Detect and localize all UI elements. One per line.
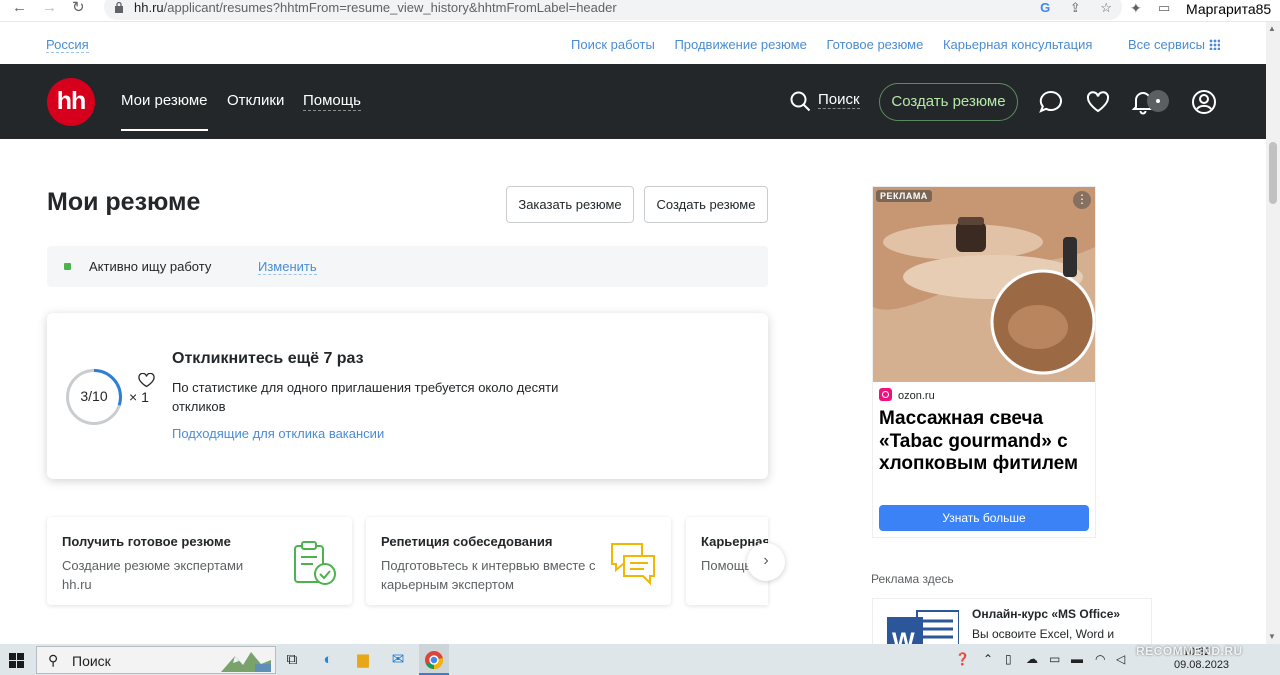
ads-here-link[interactable]: Реклама здесь <box>871 572 954 586</box>
progress-title: Откликнитесь ещё 7 раз <box>172 350 364 367</box>
nav-help[interactable]: Помощь <box>303 92 361 111</box>
back-icon[interactable]: ← <box>12 0 27 15</box>
reload-icon[interactable]: ↻ <box>72 0 85 15</box>
lock-icon <box>115 1 123 13</box>
page-scrollbar[interactable]: ▲ ▼ <box>1266 22 1280 644</box>
address-bar[interactable]: hh.ru/applicant/resumes?hhtmFrom=resume_… <box>104 0 1122 20</box>
edge-icon[interactable]: ◐ <box>317 649 339 671</box>
link-all-services[interactable]: Все сервисы <box>1112 37 1220 52</box>
bookmark-star-icon[interactable]: ☆ <box>1100 0 1112 15</box>
create-resume-button[interactable]: Создать резюме <box>644 186 768 223</box>
wifi-icon[interactable]: ◠ <box>1095 652 1105 666</box>
search-highlight-image <box>221 652 271 672</box>
ad-banner[interactable]: РЕКЛАМА ⋮ ozon.ru Массажная свеча «Tabac… <box>872 186 1096 538</box>
heart-icon <box>138 373 155 388</box>
profile-icon[interactable] <box>1191 89 1217 115</box>
change-status-link[interactable]: Изменить <box>258 259 317 275</box>
site-header: hh Мои резюме Отклики Помощь Поиск Созда… <box>0 64 1266 139</box>
side-panel-icon[interactable]: ▭ <box>1158 0 1170 16</box>
chrome-icon[interactable] <box>423 649 445 671</box>
ad-image: РЕКЛАМА ⋮ <box>873 187 1095 382</box>
service-title: Получить готовое резюме <box>62 534 231 549</box>
clock-date[interactable]: 09.08.2023 <box>1174 659 1229 671</box>
nav-responses[interactable]: Отклики <box>227 92 284 109</box>
status-text: Активно ищу работу <box>89 259 212 274</box>
taskbar-search-box[interactable]: ⚲ Поиск <box>36 646 276 674</box>
link-career-consultation[interactable]: Карьерная консультация <box>943 37 1092 52</box>
search-icon <box>790 91 811 112</box>
volume-icon[interactable]: ◁ <box>1116 652 1125 666</box>
link-ready-resume[interactable]: Готовое резюме <box>826 37 923 52</box>
responses-progress-card: 3/10 × 1 Откликнитесь ещё 7 раз По стати… <box>47 313 768 479</box>
service-description: Подготовьтесь к интервью вместе с карьер… <box>381 558 596 592</box>
service-card-interview-rehearsal[interactable]: Репетиция собеседования Подготовьтесь к … <box>366 517 671 605</box>
help-tray-icon[interactable]: ❓ <box>955 652 970 666</box>
nav-my-resumes[interactable]: Мои резюме <box>121 92 208 131</box>
word-logo-icon: W <box>887 610 959 647</box>
windows-taskbar: ⚲ Поиск ⧉ ◐ ▆ ✉ ❓ ⌃ ▯ ☁ ▭ ▬ ◠ ◁ 10:32 09… <box>0 644 1280 675</box>
ad-ms-office[interactable]: W Онлайн-курс «MS Office» Вы освоите Exc… <box>872 598 1152 648</box>
scroll-thumb[interactable] <box>1269 142 1277 204</box>
service-title: Репетиция собеседования <box>381 534 553 549</box>
task-view-icon[interactable]: ⧉ <box>281 649 303 671</box>
chat-bubbles-icon <box>611 543 655 586</box>
progress-counter: 3/10 <box>80 388 108 404</box>
suitable-vacancies-link[interactable]: Подходящие для отклика вакансии <box>172 426 384 441</box>
ozon-logo-icon <box>879 388 892 401</box>
services-links: Поиск работы Продвижение резюме Готовое … <box>555 37 1220 52</box>
url-path: /applicant/resumes?hhtmFrom=resume_view_… <box>163 0 617 15</box>
job-search-status: Активно ищу работу Изменить <box>47 246 768 287</box>
tray-device-icon[interactable]: ▯ <box>1005 652 1012 666</box>
onedrive-icon[interactable]: ☁ <box>1026 652 1038 666</box>
scroll-up-icon[interactable]: ▲ <box>1268 24 1276 33</box>
service-card-ready-resume[interactable]: Получить готовое резюме Создание резюме … <box>47 517 352 605</box>
taskbar-search-placeholder: Поиск <box>72 653 111 669</box>
favorites-heart-icon[interactable] <box>1085 89 1111 115</box>
ad-photo <box>873 187 1095 382</box>
chat-icon[interactable] <box>1038 89 1064 115</box>
tray-window-icon[interactable]: ▭ <box>1049 652 1060 666</box>
file-explorer-icon[interactable]: ▆ <box>352 649 374 671</box>
hh-logo[interactable]: hh <box>47 78 95 126</box>
progress-description: По статистике для одного приглашения тре… <box>172 380 559 414</box>
watermark: RECOMMEND.RU <box>1136 644 1243 658</box>
ad-learn-more-button[interactable]: Узнать больше <box>879 505 1089 531</box>
scroll-down-icon[interactable]: ▼ <box>1268 632 1276 641</box>
mail-icon[interactable]: ✉ <box>387 649 409 671</box>
header-search[interactable]: Поиск <box>790 91 860 112</box>
grid-icon <box>1209 39 1220 50</box>
profile-name[interactable]: Маргарита85 <box>1186 1 1271 17</box>
browser-toolbar: ← → ↻ hh.ru/applicant/resumes?hhtmFrom=r… <box>0 0 1280 22</box>
ad-headline: Массажная свеча «Tabac gourmand» с хлопк… <box>879 408 1079 474</box>
top-links-bar: Россия Поиск работы Продвижение резюме Г… <box>0 22 1266 64</box>
link-resume-promotion[interactable]: Продвижение резюме <box>674 37 806 52</box>
windows-start-icon[interactable] <box>9 653 24 668</box>
ad2-description: Вы освоите Excel, Word и <box>972 627 1115 641</box>
show-hidden-icons[interactable]: ⌃ <box>983 652 993 666</box>
search-icon: ⚲ <box>48 652 59 668</box>
share-icon[interactable]: ⇪ <box>1070 0 1081 15</box>
google-icon[interactable]: G <box>1040 0 1050 15</box>
ad-menu-icon[interactable]: ⋮ <box>1073 191 1091 209</box>
extensions-icon[interactable]: ✦ <box>1130 0 1142 17</box>
service-description: Создание резюме экспертами hh.ru <box>62 558 244 592</box>
region-link[interactable]: Россия <box>46 37 89 53</box>
ad2-title: Онлайн-курс «MS Office» <box>972 607 1121 621</box>
notification-badge <box>1147 90 1169 112</box>
header-create-resume-button[interactable]: Создать резюме <box>879 83 1018 121</box>
page-title: Мои резюме <box>47 188 201 216</box>
ad-badge: РЕКЛАМА <box>876 190 932 202</box>
status-indicator <box>64 263 71 270</box>
link-job-search[interactable]: Поиск работы <box>571 37 655 52</box>
battery-icon[interactable]: ▬ <box>1071 652 1083 666</box>
clipboard-check-icon <box>294 541 336 585</box>
forward-icon[interactable]: → <box>42 0 57 15</box>
search-label: Поиск <box>818 91 860 109</box>
url-host: hh.ru <box>134 0 164 15</box>
ad-source: ozon.ru <box>879 388 935 402</box>
order-resume-button[interactable]: Заказать резюме <box>506 186 634 223</box>
multiplier: × 1 <box>129 389 149 405</box>
carousel-next-button[interactable]: › <box>747 543 785 581</box>
